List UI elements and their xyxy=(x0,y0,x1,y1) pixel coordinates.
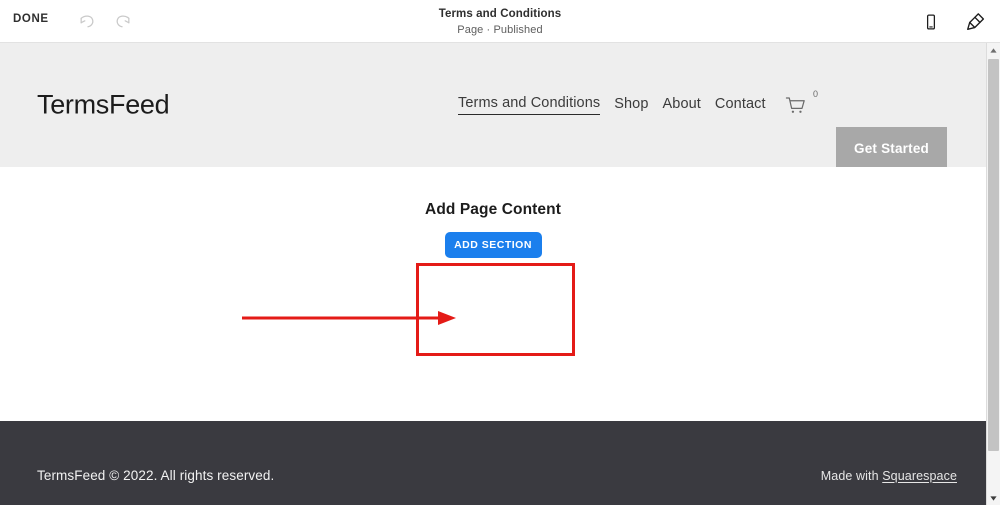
shopping-cart-icon xyxy=(785,96,807,121)
scrollbar-thumb[interactable] xyxy=(988,59,999,451)
cart-item-count: 0 xyxy=(812,89,818,99)
page-title-block: Terms and Conditions Page · Published xyxy=(0,7,1000,37)
editor-toolbar: DONE Terms and Conditions Page · Publish… xyxy=(0,0,1000,43)
mobile-device-icon xyxy=(926,13,935,30)
done-button[interactable]: DONE xyxy=(13,13,49,25)
scroll-down-arrow-icon xyxy=(990,495,997,501)
add-section-button[interactable]: ADD SECTION xyxy=(444,232,542,258)
site-styles-button[interactable] xyxy=(963,9,988,34)
undo-button[interactable] xyxy=(76,10,98,32)
history-controls xyxy=(76,10,133,32)
redo-button[interactable] xyxy=(111,10,133,32)
site-header: TermsFeed Terms and Conditions Shop Abou… xyxy=(0,43,986,169)
footer-credit-prefix: Made with xyxy=(820,469,883,483)
squarespace-link[interactable]: Squarespace xyxy=(882,469,957,483)
site-footer: TermsFeed © 2022. All rights reserved. M… xyxy=(0,421,986,505)
page-status: Page · Published xyxy=(457,24,543,36)
scrollbar-track[interactable] xyxy=(987,57,1000,491)
site-body: Add Page Content ADD SECTION xyxy=(0,167,986,421)
nav-item-shop[interactable]: Shop xyxy=(614,96,648,115)
cart-button[interactable]: 0 xyxy=(785,90,819,120)
site-navigation: Terms and Conditions Shop About Contact xyxy=(458,95,766,115)
scroll-up-arrow-icon xyxy=(990,47,997,53)
site-logo[interactable]: TermsFeed xyxy=(37,90,170,121)
add-page-content-title: Add Page Content xyxy=(425,201,561,218)
scroll-up-button[interactable] xyxy=(987,43,1000,57)
editor-action-buttons xyxy=(918,9,988,34)
get-started-button[interactable]: Get Started xyxy=(836,127,947,169)
add-page-content-block: Add Page Content ADD SECTION xyxy=(343,201,643,258)
nav-item-terms-and-conditions[interactable]: Terms and Conditions xyxy=(458,95,601,115)
vertical-scrollbar[interactable] xyxy=(986,43,1000,505)
page-title: Terms and Conditions xyxy=(438,8,562,20)
footer-copyright: TermsFeed © 2022. All rights reserved. xyxy=(37,468,275,483)
undo-icon xyxy=(80,14,93,27)
nav-item-about[interactable]: About xyxy=(663,96,701,115)
redo-icon xyxy=(116,14,129,27)
paintbrush-icon xyxy=(967,13,985,30)
squarespace-page-editor: DONE Terms and Conditions Page · Publish… xyxy=(0,0,1000,505)
site-preview: TermsFeed Terms and Conditions Shop Abou… xyxy=(0,43,986,505)
footer-credit: Made with Squarespace xyxy=(821,469,957,483)
nav-item-contact[interactable]: Contact xyxy=(715,96,766,115)
mobile-preview-button[interactable] xyxy=(918,9,943,34)
scroll-down-button[interactable] xyxy=(987,491,1000,505)
